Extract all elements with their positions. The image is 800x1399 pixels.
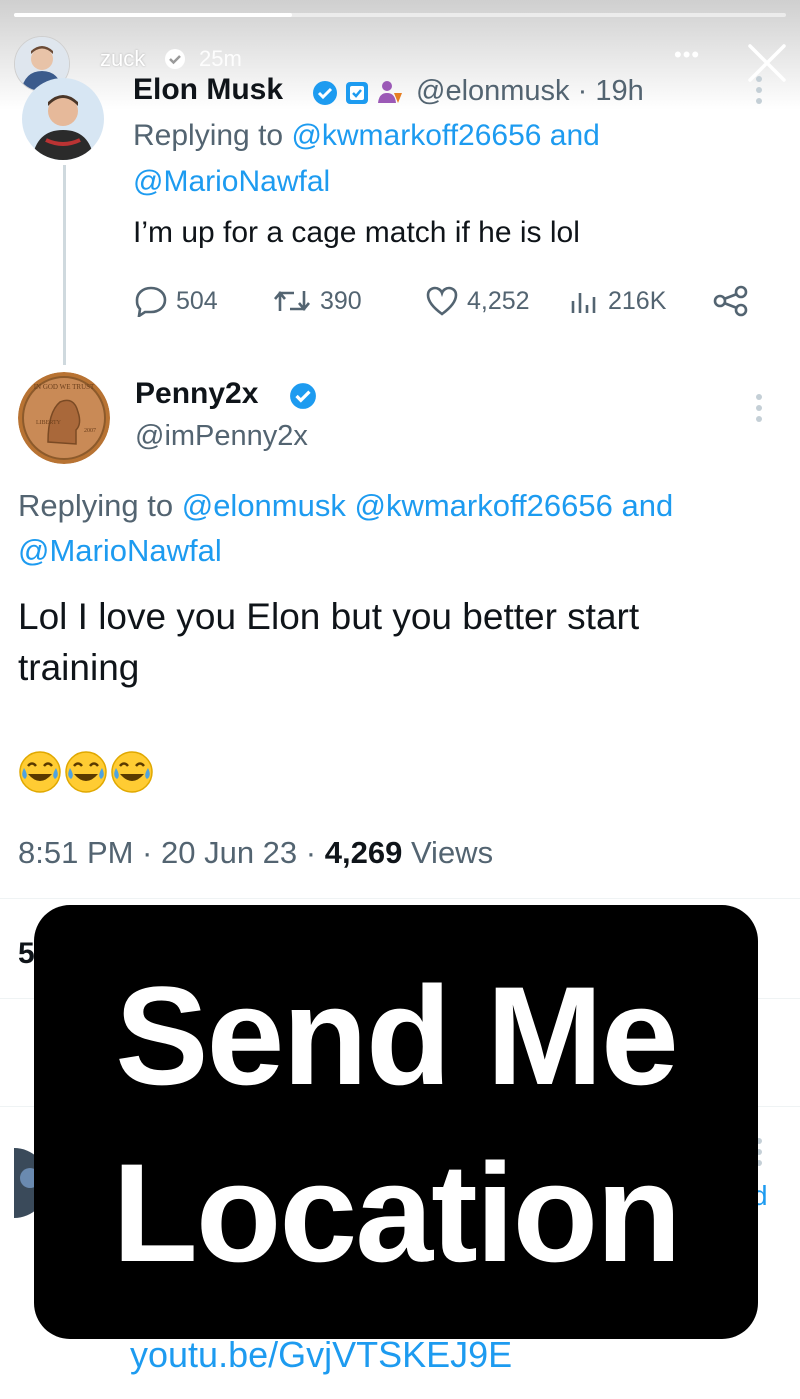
story-frame: zuck 25m ••• Elon Musk @elonmusk · 19h R… bbox=[0, 0, 800, 1399]
verified-badge-icon bbox=[289, 382, 317, 415]
reply-context-and: and bbox=[541, 119, 600, 152]
mention-kwmarkoff26656[interactable]: @kwmarkoff26656 bbox=[346, 488, 612, 523]
main-reply-context-line1[interactable]: Replying to @elonmusk @kwmarkoff26656 an… bbox=[18, 488, 673, 524]
views-label: Views bbox=[410, 835, 494, 870]
partial-stat-fragment: 5 bbox=[18, 937, 35, 970]
elon-avatar[interactable] bbox=[22, 78, 104, 160]
replying-to-label: Replying to bbox=[133, 119, 292, 152]
tweet-metadata[interactable]: 8:51 PM · 20 Jun 23 · 4,269 Views bbox=[18, 835, 493, 871]
view-count: 216K bbox=[608, 286, 667, 315]
verified-badge-icon bbox=[312, 80, 338, 111]
mention-marionawfal[interactable]: @MarioNawfal bbox=[133, 165, 330, 199]
tears-of-joy-emoji-icon bbox=[111, 751, 153, 793]
divider bbox=[0, 898, 800, 899]
tweet-more-icon[interactable] bbox=[756, 76, 762, 109]
story-text-sticker: Send Me Location bbox=[34, 905, 758, 1339]
svg-text:IN GOD WE TRUST: IN GOD WE TRUST bbox=[34, 383, 95, 391]
penny2x-handle[interactable]: @imPenny2x bbox=[135, 420, 308, 453]
elon-display-name[interactable]: Elon Musk bbox=[133, 73, 283, 107]
share-button[interactable] bbox=[712, 285, 750, 317]
penny2x-avatar[interactable]: IN GOD WE TRUST LIBERTY 2007 bbox=[18, 372, 110, 464]
government-affiliation-icon bbox=[377, 79, 403, 110]
affiliate-badge-icon bbox=[345, 81, 369, 110]
thread-connector-line bbox=[63, 165, 66, 365]
reply-icon bbox=[135, 286, 167, 317]
main-tweet-body-line1: Lol I love you Elon but you better start bbox=[18, 596, 640, 637]
story-progress-fill bbox=[14, 13, 292, 17]
like-count-button[interactable]: 4,252 bbox=[425, 285, 530, 317]
retweet-icon bbox=[274, 290, 310, 312]
sticker-line2: Location bbox=[112, 1134, 681, 1291]
youtube-link[interactable]: youtu.be/GvjVTSKEJ9E bbox=[130, 1334, 512, 1376]
story-progress-bar bbox=[14, 13, 786, 17]
reply-count-button[interactable]: 504 bbox=[134, 285, 218, 317]
more-options-icon[interactable]: ••• bbox=[674, 42, 700, 68]
analytics-icon bbox=[571, 293, 596, 313]
mention-kwmarkoff26656[interactable]: @kwmarkoff26656 bbox=[291, 119, 541, 152]
reply-context-line1[interactable]: Replying to @kwmarkoff26656 and bbox=[133, 119, 600, 153]
like-count: 4,252 bbox=[467, 286, 530, 315]
retweet-count-button[interactable]: 390 bbox=[272, 285, 362, 317]
story-time-ago: 25m bbox=[199, 46, 242, 71]
elon-tweet-body: I’m up for a cage match if he is lol bbox=[133, 216, 580, 249]
elon-handle-time: @elonmusk · 19h bbox=[416, 75, 644, 107]
tweet-timestamp: 8:51 PM · 20 Jun 23 · bbox=[18, 835, 317, 870]
close-icon[interactable] bbox=[744, 40, 790, 86]
view-count-button[interactable]: 216K bbox=[570, 285, 666, 317]
svg-text:LIBERTY: LIBERTY bbox=[36, 420, 62, 426]
laughing-emoji-row bbox=[18, 750, 154, 794]
retweet-count: 390 bbox=[320, 286, 362, 315]
share-icon bbox=[713, 285, 748, 317]
mention-marionawfal[interactable]: @MarioNawfal bbox=[18, 533, 222, 569]
sticker-line1: Send Me bbox=[115, 957, 679, 1114]
tears-of-joy-emoji-icon bbox=[65, 751, 107, 793]
svg-text:2007: 2007 bbox=[84, 428, 96, 434]
mention-elonmusk[interactable]: @elonmusk bbox=[182, 488, 346, 523]
heart-icon bbox=[426, 286, 458, 316]
tweet-more-icon[interactable] bbox=[756, 394, 762, 427]
reply-context-and: and bbox=[612, 488, 674, 523]
penny2x-display-name[interactable]: Penny2x bbox=[135, 377, 258, 411]
reply-count: 504 bbox=[176, 286, 218, 315]
verified-badge-icon bbox=[164, 48, 186, 75]
tweet-view-count: 4,269 bbox=[324, 835, 403, 870]
story-author-name[interactable]: zuck bbox=[100, 46, 145, 72]
tears-of-joy-emoji-icon bbox=[19, 751, 61, 793]
main-tweet-body-line2: training bbox=[18, 647, 140, 688]
replying-to-label: Replying to bbox=[18, 488, 182, 523]
